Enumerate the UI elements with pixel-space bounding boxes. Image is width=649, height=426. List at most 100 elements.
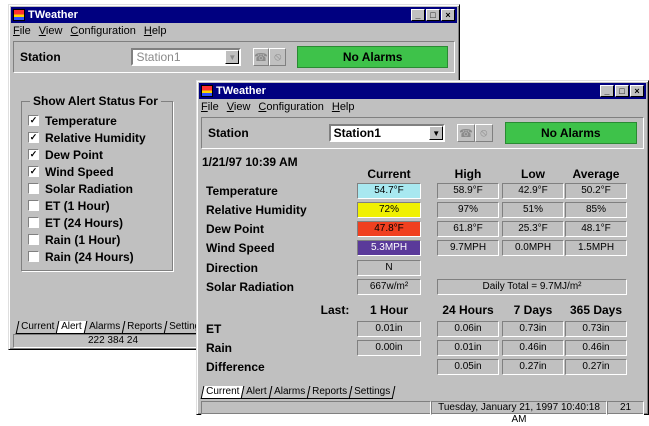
alert-checkbox-row[interactable]: ET (1 Hour) bbox=[28, 197, 146, 214]
window-title: TWeather bbox=[28, 9, 78, 21]
checkbox[interactable]: ✓ bbox=[28, 132, 39, 143]
datetime-label: 1/21/97 10:39 AM bbox=[202, 155, 298, 169]
tab-alarms[interactable]: Alarms bbox=[83, 321, 126, 334]
value-cell-current: 5.3MPH bbox=[357, 240, 421, 256]
checkbox[interactable]: ✓ bbox=[28, 115, 39, 126]
period-header: 365 Days bbox=[569, 303, 623, 317]
status-number: 21 bbox=[607, 401, 644, 415]
checkbox[interactable] bbox=[28, 234, 39, 245]
alarm-status: No Alarms bbox=[297, 46, 448, 68]
tab-current[interactable]: Current bbox=[200, 386, 245, 399]
front-window: TWeather _ □ × File View Configuration H… bbox=[196, 80, 649, 425]
tab-settings[interactable]: Settings bbox=[348, 386, 396, 399]
value-cell-current: 72% bbox=[357, 202, 421, 218]
alert-label: Dew Point bbox=[45, 147, 104, 162]
tab-alert[interactable]: Alert bbox=[55, 321, 88, 334]
period-header: 7 Days bbox=[513, 303, 553, 317]
status-blank bbox=[201, 401, 431, 415]
tab-alarms[interactable]: Alarms bbox=[268, 386, 311, 399]
value-cell-high: 58.9°F bbox=[437, 183, 499, 199]
tab-alert[interactable]: Alert bbox=[240, 386, 273, 399]
period-value-cell: 0.05in bbox=[437, 359, 499, 375]
chevron-down-icon[interactable]: ▼ bbox=[225, 50, 240, 64]
checkbox[interactable] bbox=[28, 217, 39, 228]
alert-checkbox-row[interactable]: ✓ Temperature bbox=[28, 112, 146, 129]
value-cell-current: 54.7°F bbox=[357, 183, 421, 199]
period-value-cell: 0.27in bbox=[502, 359, 564, 375]
last-label: Last: bbox=[320, 303, 350, 317]
checkbox[interactable] bbox=[28, 251, 39, 262]
back-titlebar[interactable]: TWeather _ □ × bbox=[11, 7, 457, 23]
period-header: 24 Hours bbox=[442, 303, 494, 317]
minimize-button[interactable]: _ bbox=[411, 9, 425, 21]
period-value-cell: 0.06in bbox=[437, 321, 499, 337]
period-value-cell: 0.73in bbox=[502, 321, 564, 337]
alert-checkbox-row[interactable]: ✓ Dew Point bbox=[28, 146, 146, 163]
checkbox[interactable]: ✓ bbox=[28, 166, 39, 177]
alert-checkbox-row[interactable]: Rain (24 Hours) bbox=[28, 248, 146, 265]
value-cell-low: 25.3°F bbox=[502, 221, 564, 237]
alert-label: ET (1 Hour) bbox=[45, 198, 110, 213]
value-cell-low: 51% bbox=[502, 202, 564, 218]
column-header: Low bbox=[521, 167, 545, 181]
readings-panel: 1/21/97 10:39 AM Current High Low Average Te… bbox=[197, 81, 648, 414]
station-select[interactable]: Station1 ▼ bbox=[131, 48, 242, 66]
tab-reports[interactable]: Reports bbox=[121, 321, 168, 334]
status-text: 222 384 24 bbox=[13, 334, 213, 348]
alert-label: Solar Radiation bbox=[45, 181, 134, 196]
alert-list: ✓ Temperature ✓ Relative Humidity ✓ Dew Point… bbox=[28, 112, 146, 265]
alert-label: Relative Humidity bbox=[45, 130, 146, 145]
row-label: Dew Point bbox=[206, 222, 265, 236]
menu-configuration[interactable]: Configuration bbox=[70, 25, 135, 37]
app-icon bbox=[13, 9, 25, 21]
menu-help[interactable]: Help bbox=[144, 25, 167, 37]
station-bar: Station Station1 ▼ ☎ ⦸ No Alarms bbox=[13, 41, 455, 73]
direction-value: N bbox=[357, 260, 421, 276]
menu-bar: File View Configuration Help bbox=[9, 23, 459, 39]
row-label: Direction bbox=[206, 261, 259, 275]
alert-label: Rain (24 Hours) bbox=[45, 249, 134, 264]
solar-daily-total: Daily Total = 9.7MJ/m² bbox=[437, 279, 627, 295]
station-value: Station1 bbox=[136, 50, 181, 64]
period-value-cell: 0.27in bbox=[565, 359, 627, 375]
value-cell-low: 0.0MPH bbox=[502, 240, 564, 256]
alert-label: Wind Speed bbox=[45, 164, 114, 179]
back-tabs: Current Alert Alarms Reports Settings bbox=[15, 321, 211, 334]
alert-checkbox-row[interactable]: ET (24 Hours) bbox=[28, 214, 146, 231]
period-value-cell: 0.01in bbox=[357, 321, 421, 337]
value-cell-average: 48.1°F bbox=[565, 221, 627, 237]
no-icon[interactable]: ⦸ bbox=[269, 48, 287, 66]
row-label: Difference bbox=[206, 360, 265, 374]
row-label: ET bbox=[206, 322, 222, 336]
front-statusbar: Tuesday, January 21, 1997 10:40:18 AM 21 bbox=[201, 401, 644, 425]
tab-current[interactable]: Current bbox=[15, 321, 60, 334]
checkbox[interactable] bbox=[28, 200, 39, 211]
checkbox[interactable]: ✓ bbox=[28, 149, 39, 160]
value-cell-high: 61.8°F bbox=[437, 221, 499, 237]
maximize-button[interactable]: □ bbox=[426, 9, 440, 21]
alert-checkbox-row[interactable]: ✓ Relative Humidity bbox=[28, 129, 146, 146]
value-cell-average: 85% bbox=[565, 202, 627, 218]
tab-reports[interactable]: Reports bbox=[306, 386, 353, 399]
solar-value: 667w/m² bbox=[357, 279, 421, 295]
value-cell-current: 47.8°F bbox=[357, 221, 421, 237]
menu-file[interactable]: File bbox=[13, 25, 31, 37]
alert-label: Temperature bbox=[45, 113, 117, 128]
value-cell-average: 1.5MPH bbox=[565, 240, 627, 256]
close-button[interactable]: × bbox=[441, 9, 455, 21]
period-value-cell: 0.46in bbox=[502, 340, 564, 356]
alert-checkbox-row[interactable]: Rain (1 Hour) bbox=[28, 231, 146, 248]
station-label: Station bbox=[20, 50, 61, 64]
phone-icon[interactable]: ☎ bbox=[252, 48, 270, 66]
period-value-cell: 0.00in bbox=[357, 340, 421, 356]
value-cell-average: 50.2°F bbox=[565, 183, 627, 199]
column-header: Average bbox=[572, 167, 620, 181]
front-tabs: Current Alert Alarms Reports Settings bbox=[200, 386, 396, 399]
alert-checkbox-row[interactable]: ✓ Wind Speed bbox=[28, 163, 146, 180]
period-value-cell: 0.73in bbox=[565, 321, 627, 337]
value-cell-low: 42.9°F bbox=[502, 183, 564, 199]
menu-view[interactable]: View bbox=[39, 25, 63, 37]
checkbox[interactable] bbox=[28, 183, 39, 194]
alert-group: Show Alert Status For ✓ Temperature ✓ Relat… bbox=[21, 94, 173, 271]
alert-checkbox-row[interactable]: Solar Radiation bbox=[28, 180, 146, 197]
